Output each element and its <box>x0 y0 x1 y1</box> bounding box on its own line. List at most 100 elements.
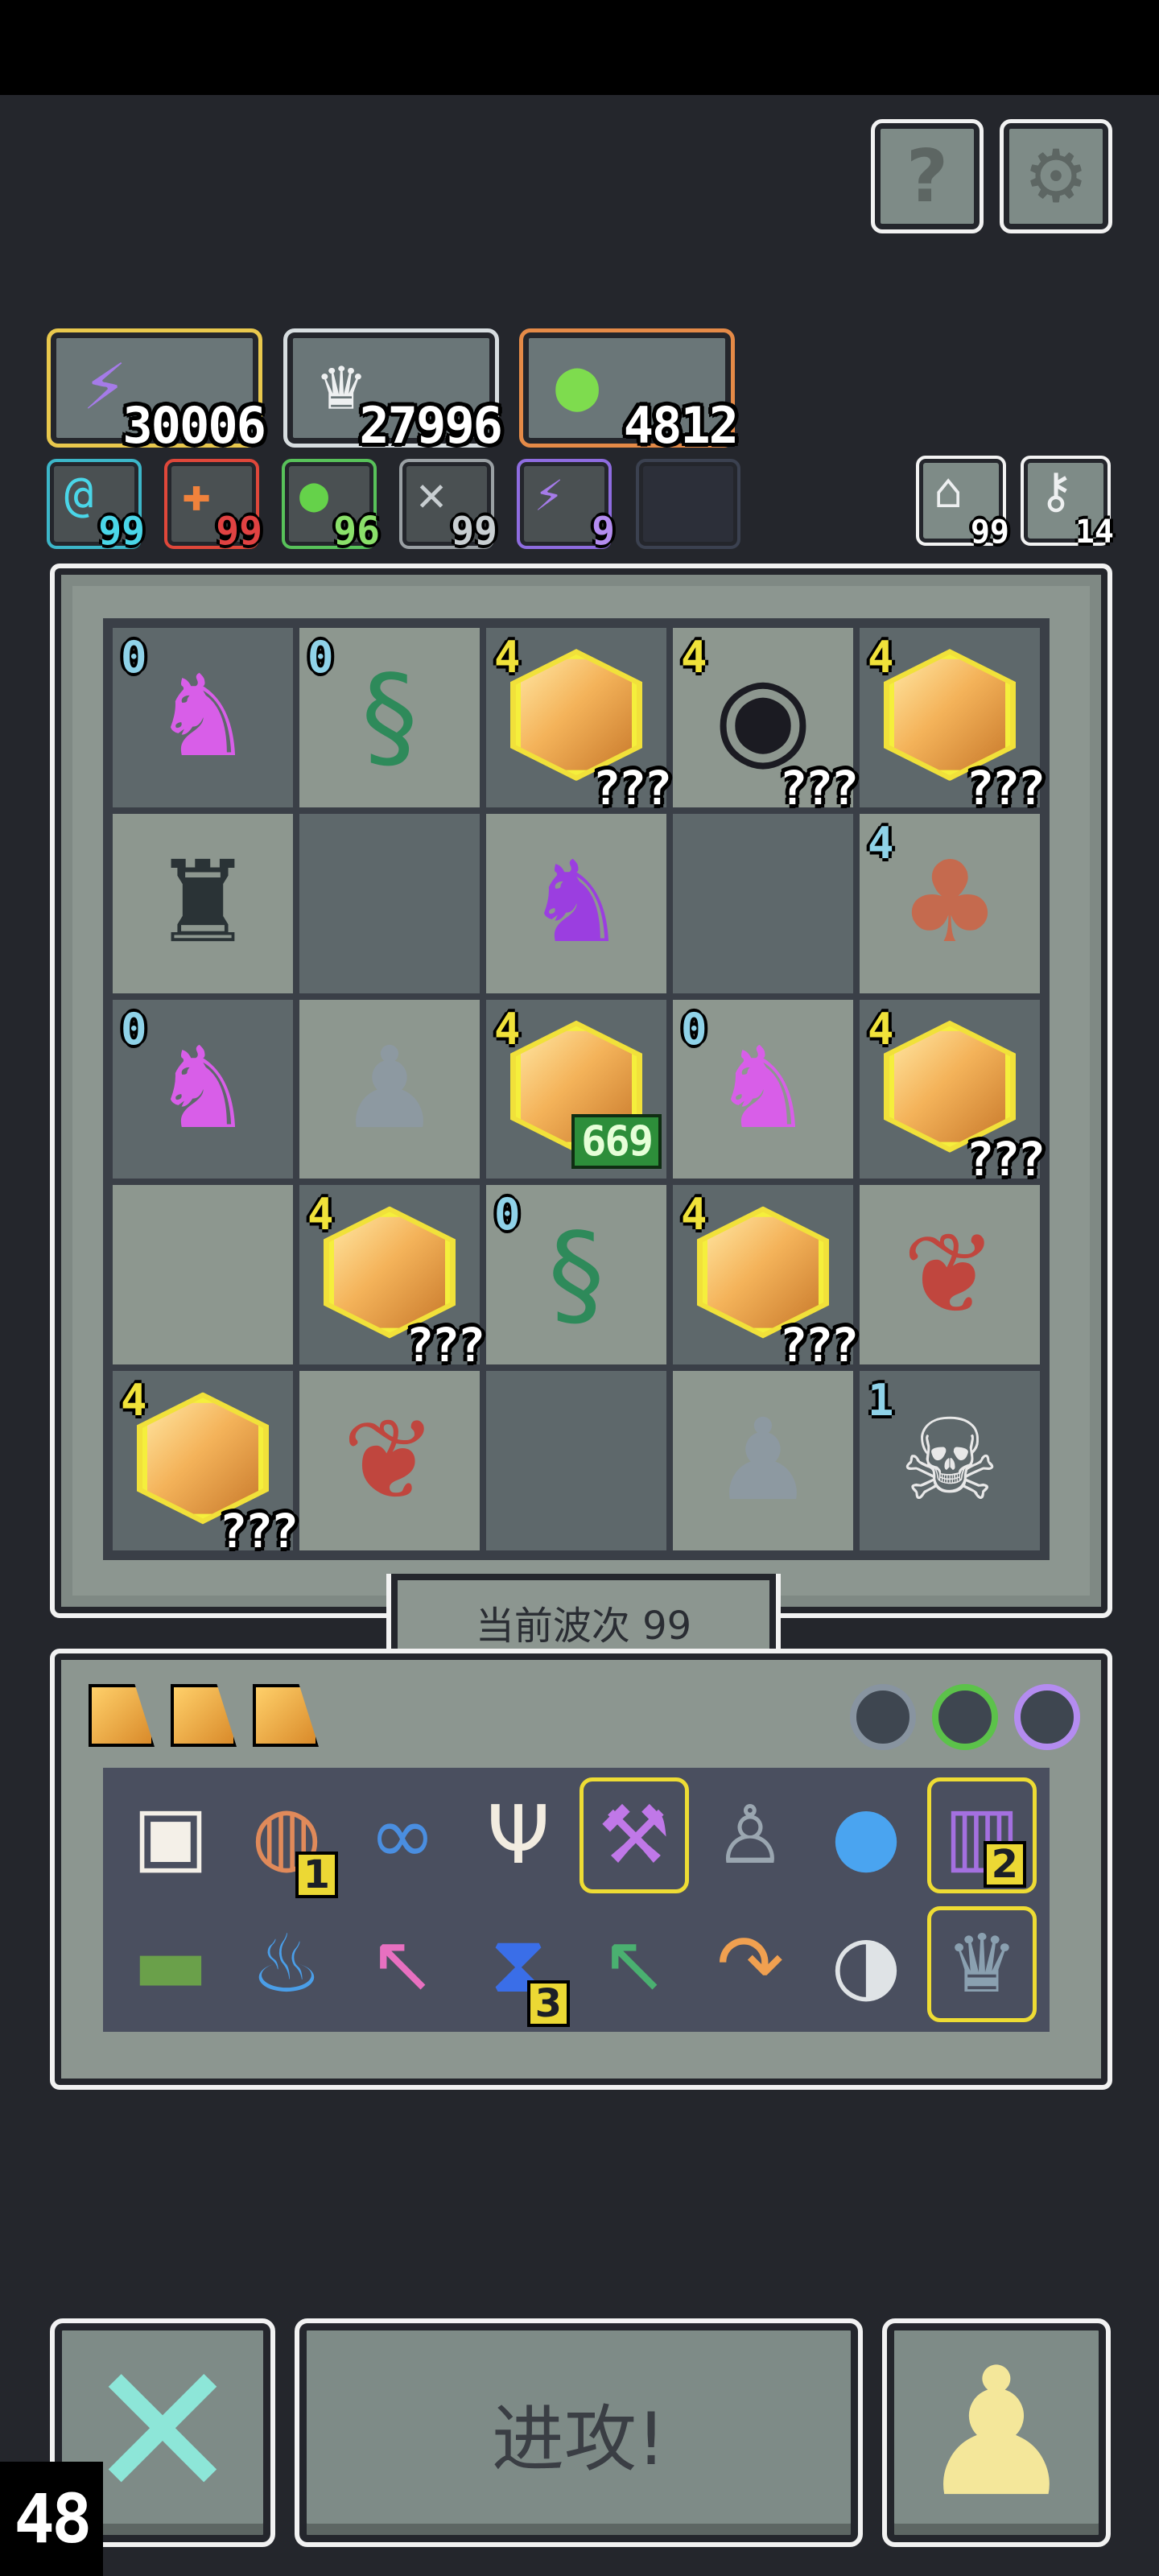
chip-house[interactable]: ⌂ 99 <box>916 456 1009 551</box>
mushroom-icon: ♣ <box>899 837 1000 969</box>
board-cell[interactable] <box>299 813 480 993</box>
unit-level: 4 <box>307 1189 334 1241</box>
board-cell[interactable]: 4??? <box>860 999 1046 1187</box>
board-cell[interactable]: ♜ <box>113 813 293 993</box>
inventory-item[interactable]: ↷ <box>692 1900 808 2029</box>
ring-icon[interactable] <box>1014 1684 1080 1750</box>
board-cell[interactable]: ◉ 4??? <box>673 628 859 815</box>
serpent-icon: § <box>361 651 418 783</box>
help-button[interactable]: ? <box>871 119 984 233</box>
board-cell[interactable]: ♞ 0 <box>113 628 293 807</box>
board-cell[interactable]: 4??? <box>486 628 672 815</box>
board-cell[interactable]: ❦ <box>299 1371 480 1550</box>
inventory-item[interactable]: Ψ <box>460 1771 576 1900</box>
chip-value: 9 <box>592 509 615 554</box>
cthulhu-icon: ♜ <box>152 837 254 969</box>
board-cell[interactable]: 4 669 <box>486 999 666 1179</box>
inventory-item[interactable]: ● <box>808 1771 924 1900</box>
board-cell[interactable]: § 0 <box>299 628 480 807</box>
hero-button[interactable]: ♟ <box>882 2318 1111 2547</box>
board-cell[interactable]: ♟ <box>299 999 480 1179</box>
inventory-item[interactable]: ▣ <box>113 1771 229 1900</box>
unit-level: 4 <box>868 1003 894 1055</box>
board-cell[interactable]: 4??? <box>299 1185 485 1373</box>
inventory-item[interactable]: ♨ <box>229 1900 344 2029</box>
unit-level: 0 <box>121 632 147 683</box>
crystal-ball-icon: ● <box>831 1788 901 1882</box>
item-count-badge: 1 <box>295 1851 338 1898</box>
board-cell[interactable]: ☠ 1 <box>860 1371 1040 1550</box>
equipment-slots <box>835 1673 1093 1761</box>
inventory-item[interactable]: ♛ <box>927 1906 1037 2022</box>
chip-cross[interactable]: ✚ 99 <box>164 459 262 554</box>
stone-golem-icon: ♟ <box>712 1394 814 1526</box>
inventory-tab-3-icon[interactable] <box>253 1684 319 1747</box>
chip-swirl[interactable]: @99 <box>47 459 145 554</box>
board-cell[interactable]: ♣ 4 <box>860 813 1040 993</box>
gem-face <box>889 1026 1010 1147</box>
board-cell[interactable] <box>113 1185 293 1365</box>
inventory-item[interactable]: ⚒ <box>580 1777 689 1893</box>
chip-bolt[interactable]: ⚡ 9 <box>517 459 615 554</box>
wing-icon: ✕ <box>417 466 447 522</box>
chip-value: 99 <box>451 509 497 554</box>
resource-value: 4812 <box>623 396 739 455</box>
chip-key[interactable]: ⚷ 14 <box>1021 456 1114 551</box>
green-orb-icon[interactable] <box>932 1684 998 1750</box>
crown-icon: ♛ <box>320 342 364 427</box>
chip-bean[interactable]: ● 96 <box>282 459 380 554</box>
close-icon: ✕ <box>85 2325 241 2540</box>
board-cell[interactable]: § 0 <box>486 1185 666 1365</box>
blue-flame-icon: ♨ <box>250 1917 323 2011</box>
board-cell[interactable] <box>486 1371 666 1550</box>
gem-face <box>516 654 637 776</box>
inventory-item[interactable]: ▥ 2 <box>927 1777 1037 1893</box>
resource-count: 669 <box>571 1114 662 1170</box>
toothed-chest-icon: ▬ <box>132 1917 209 2011</box>
gem-face <box>142 1397 263 1519</box>
board-cell[interactable]: 4??? <box>673 1185 859 1373</box>
inventory-item[interactable]: ◍ 1 <box>229 1771 344 1900</box>
inventory-item[interactable]: ◑ <box>808 1900 924 2029</box>
inventory-tab-2-icon[interactable] <box>171 1684 237 1747</box>
attack-button[interactable]: 进攻! <box>295 2318 863 2547</box>
gem-face <box>889 654 1010 776</box>
board-cell[interactable]: 4??? <box>113 1371 299 1558</box>
corner-counter-value: 48 <box>14 2479 92 2558</box>
chip-wing[interactable]: ✕ 99 <box>399 459 497 554</box>
unknown-tag: ??? <box>779 760 859 815</box>
board-cell[interactable]: 4??? <box>860 628 1046 815</box>
board-cell[interactable]: ♞ 0 <box>113 999 293 1179</box>
inventory-item[interactable]: ↖ <box>344 1900 460 2029</box>
beetle-icon[interactable] <box>850 1684 916 1750</box>
inventory-item[interactable]: ↖ <box>576 1900 692 2029</box>
item-count-badge: 2 <box>983 1840 1026 1888</box>
joystick-icon: ♙ <box>714 1788 786 1882</box>
board-cell[interactable]: ❦ <box>860 1185 1040 1365</box>
unit-level: 4 <box>494 1003 521 1055</box>
thorn-plant-icon: ❦ <box>342 1394 437 1526</box>
inventory-item[interactable]: ▬ <box>113 1900 229 2029</box>
unknown-tag: ??? <box>219 1504 299 1558</box>
resource-gourd: ● 4812 <box>519 328 739 455</box>
purple-golem-icon: ♞ <box>526 837 627 969</box>
board-cell[interactable]: ♞ <box>486 813 666 993</box>
unit-level: 4 <box>494 632 521 683</box>
house-icon: ⌂ <box>934 463 963 519</box>
status-bar <box>0 0 1159 95</box>
unknown-tag: ??? <box>592 760 672 815</box>
inventory-item[interactable]: ⧗ 3 <box>460 1900 576 2029</box>
purple-axe-icon: ⚒ <box>598 1788 670 1882</box>
white-orb-icon: ◑ <box>831 1917 901 2011</box>
board-cell[interactable]: ♞ 0 <box>673 999 853 1179</box>
board-cell[interactable] <box>673 813 853 993</box>
inventory-item[interactable]: ∞ <box>344 1771 460 1900</box>
demon-icon: ♞ <box>152 1022 254 1154</box>
inventory-tab-1-icon[interactable] <box>89 1684 155 1747</box>
inventory-tabs <box>82 1668 324 1765</box>
settings-button[interactable]: ⚙ <box>1000 119 1112 233</box>
inventory-item[interactable]: ♙ <box>692 1771 808 1900</box>
unit-level: 4 <box>681 632 707 683</box>
gem-face <box>703 1212 823 1333</box>
board-cell[interactable]: ♟ <box>673 1371 853 1550</box>
